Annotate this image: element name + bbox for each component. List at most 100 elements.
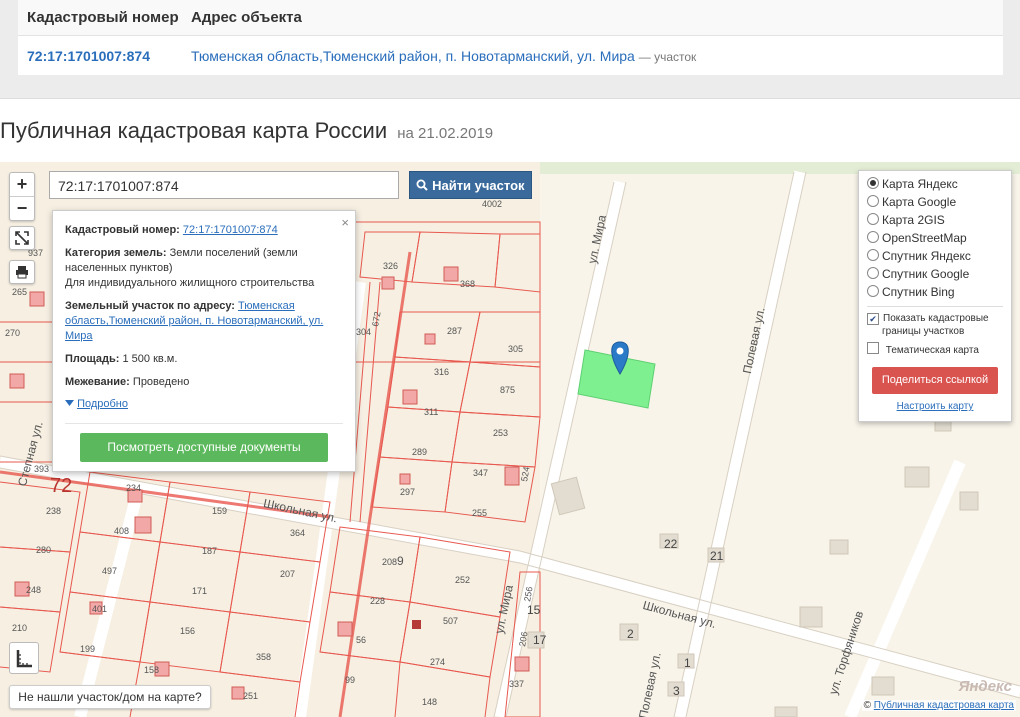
layers-divider <box>867 306 1003 307</box>
yandex-logo: Яндекс <box>958 678 1012 695</box>
radio-icon <box>867 213 879 225</box>
close-icon[interactable]: × <box>341 215 349 230</box>
popup-area-label: Площадь: <box>65 353 120 365</box>
popup-category: Категория земель: Земли поселений (земли… <box>65 246 340 291</box>
plot-number: 210 <box>12 623 27 633</box>
plot-number: 401 <box>92 604 107 614</box>
plot-number: 408 <box>114 526 129 536</box>
layer-option-osm[interactable]: OpenStreetMap <box>867 229 967 247</box>
house-number: 17 <box>533 633 547 647</box>
house-number: 3 <box>673 684 680 698</box>
popup-survey: Межевание: Проведено <box>65 375 340 390</box>
plot-number: 337 <box>509 679 524 689</box>
popup-area-value: 1 500 кв.м. <box>122 353 178 365</box>
find-parcel-label: Найти участок <box>432 178 525 193</box>
plot-number: 311 <box>424 407 438 417</box>
object-type: — участок <box>638 50 697 64</box>
not-found-button[interactable]: Не нашли участок/дом на карте? <box>9 685 211 709</box>
popup-cad-number: Кадастровый номер: 72:17:1701007:874 <box>65 223 340 238</box>
popup-divider <box>65 423 343 424</box>
plot-number: 393 <box>34 464 49 474</box>
layer-option-yandex-satellite[interactable]: Спутник Яндекс <box>867 247 971 265</box>
plot-number: 208 <box>382 557 397 567</box>
cadastral-search-input[interactable]: 72:17:1701007:874 <box>49 171 399 199</box>
plot-number: 270 <box>5 328 20 338</box>
thematic-map-label: Тематическая карта <box>885 345 979 356</box>
radio-icon <box>867 285 879 297</box>
object-address-link[interactable]: Тюменская область,Тюменский район, п. Но… <box>191 48 696 64</box>
plot-number: 347 <box>473 468 488 478</box>
plot-number: 316 <box>434 367 449 377</box>
page-title: Публичная кадастровая карта России на 21… <box>0 118 493 144</box>
house-number: 1 <box>684 656 691 670</box>
plot-number: 274 <box>430 657 445 667</box>
ruler-icon <box>16 650 32 668</box>
plot-number: 252 <box>455 575 470 585</box>
print-button[interactable] <box>9 260 35 284</box>
plot-number: 255 <box>472 508 487 518</box>
radio-icon <box>867 177 879 189</box>
popup-category-use: Для индивидуального жилищного строительс… <box>65 277 315 289</box>
cadastral-number-link[interactable]: 72:17:1701007:874 <box>27 48 150 64</box>
adjust-map-link[interactable]: Настроить карту <box>859 401 1011 412</box>
column-header-address: Адрес объекта <box>191 9 302 26</box>
show-borders-checkbox[interactable]: ✔ Показать кадастровые границы участков <box>867 312 1007 340</box>
layer-option-google-satellite[interactable]: Спутник Google <box>867 265 969 283</box>
zoom-in-button[interactable]: + <box>10 173 34 197</box>
plot-number: 358 <box>256 652 271 662</box>
caret-down-icon <box>65 400 74 406</box>
checkbox-icon <box>867 342 879 354</box>
popup-address: Земельный участок по адресу: Тюменская о… <box>65 299 340 344</box>
radio-icon <box>867 195 879 207</box>
column-header-number: Кадастровый номер <box>27 9 179 26</box>
fullscreen-button[interactable] <box>9 226 35 250</box>
copyright-symbol: © <box>863 700 871 711</box>
plot-number: 304 <box>356 327 371 337</box>
popup-survey-label: Межевание: <box>65 376 130 388</box>
popup-survey-value: Проведено <box>132 376 190 388</box>
layer-option-bing-satellite[interactable]: Спутник Bing <box>867 283 955 301</box>
layer-option-google-map[interactable]: Карта Google <box>867 193 956 211</box>
print-icon <box>16 266 28 279</box>
cadastral-info-table: Кадастровый номер Адрес объекта 72:17:17… <box>18 0 1003 75</box>
layer-option-2gis[interactable]: Карта 2GIS <box>867 211 945 229</box>
plot-number: 280 <box>36 545 51 555</box>
expand-icon <box>15 231 29 245</box>
popup-cad-label: Кадастровый номер: <box>65 224 180 236</box>
page-title-date: на 21.02.2019 <box>397 125 494 142</box>
page-title-text: Публичная кадастровая карта России <box>0 118 388 143</box>
layer-option-label: OpenStreetMap <box>882 231 967 245</box>
zoom-control: + − <box>9 172 35 221</box>
thematic-map-checkbox[interactable]: Тематическая карта <box>867 342 979 360</box>
plot-number: 253 <box>493 428 508 438</box>
copyright-link[interactable]: Публичная кадастровая карта <box>874 700 1014 711</box>
copyright: © Публичная кадастровая карта <box>861 700 1016 711</box>
popup-cad-link[interactable]: 72:17:1701007:874 <box>183 224 278 236</box>
house-number: 21 <box>710 549 724 563</box>
ruler-button[interactable] <box>9 642 39 674</box>
plot-number: 251 <box>243 691 258 701</box>
popup-address-label: Земельный участок по адресу: <box>65 300 235 312</box>
find-parcel-button[interactable]: Найти участок <box>409 171 532 199</box>
plot-number: 875 <box>500 385 515 395</box>
share-link-button[interactable]: Поделиться ссылкой <box>872 367 998 394</box>
plot-number: 4002 <box>482 199 502 209</box>
popup-more-link[interactable]: Подробно <box>65 397 340 412</box>
zoom-out-button[interactable]: − <box>10 197 34 220</box>
popup-category-label: Категория земель: <box>65 247 167 259</box>
checkbox-checked-icon: ✔ <box>867 313 879 325</box>
plot-number: 9 <box>397 554 404 568</box>
popup-area: Площадь: 1 500 кв.м. <box>65 352 340 367</box>
plot-number: 234 <box>126 483 141 493</box>
district-number: 72 <box>50 475 72 497</box>
radio-icon <box>867 231 879 243</box>
plot-number: 326 <box>383 261 398 271</box>
house-number: 2 <box>627 627 634 641</box>
plot-number: 171 <box>192 586 207 596</box>
plot-number: 368 <box>460 279 475 289</box>
layer-option-yandex-map[interactable]: Карта Яндекс <box>867 175 958 193</box>
plot-number: 364 <box>290 528 305 538</box>
plot-number: 99 <box>345 675 355 685</box>
layer-option-label: Карта Google <box>882 195 957 209</box>
view-documents-button[interactable]: Посмотреть доступные документы <box>80 433 328 462</box>
